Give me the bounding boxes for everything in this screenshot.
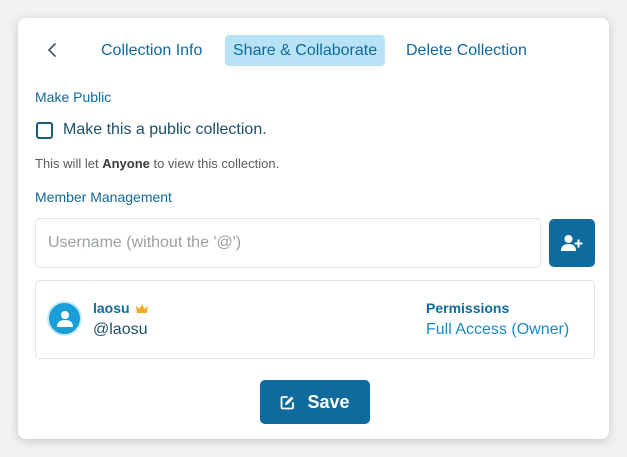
hint-bold: Anyone [102,156,150,171]
public-checkbox-row[interactable]: Make this a public collection. [36,121,267,139]
member-card: laosu @laosu Permissions Full Access (Ow… [35,280,595,359]
tab-collection-info[interactable]: Collection Info [93,35,210,66]
add-member-button[interactable] [549,219,595,267]
crown-icon [135,303,149,314]
tab-delete-collection[interactable]: Delete Collection [398,35,535,66]
save-label: Save [307,391,350,412]
make-public-label: Make Public [35,89,112,105]
hint-prefix: This will let [35,156,103,171]
username-input[interactable] [35,218,541,268]
member-management-label: Member Management [35,189,172,205]
member-name-text: laosu [93,300,130,316]
hint-suffix: to view this collection. [149,156,280,171]
chevron-left-icon [48,43,56,57]
avatar [47,301,82,336]
collection-settings-dialog: Collection Info Share & Collaborate Dele… [18,18,609,439]
save-button[interactable]: Save [260,380,370,424]
user-icon [56,311,73,327]
public-checkbox-label[interactable]: Make this a public collection. [63,121,267,139]
member-handle: @laosu [93,321,148,338]
tab-bar: Collection Info Share & Collaborate Dele… [18,18,609,82]
public-checkbox[interactable] [36,121,53,139]
permission-value[interactable]: Full Access (Owner) [426,321,569,339]
public-hint-text: This will let Anyone to view this collec… [35,156,279,171]
back-button[interactable] [38,36,66,64]
tab-share-collaborate[interactable]: Share & Collaborate [225,35,386,66]
member-name: laosu [93,300,149,316]
edit-icon [280,395,295,410]
user-plus-icon [561,235,583,251]
permissions-label: Permissions [426,300,510,316]
